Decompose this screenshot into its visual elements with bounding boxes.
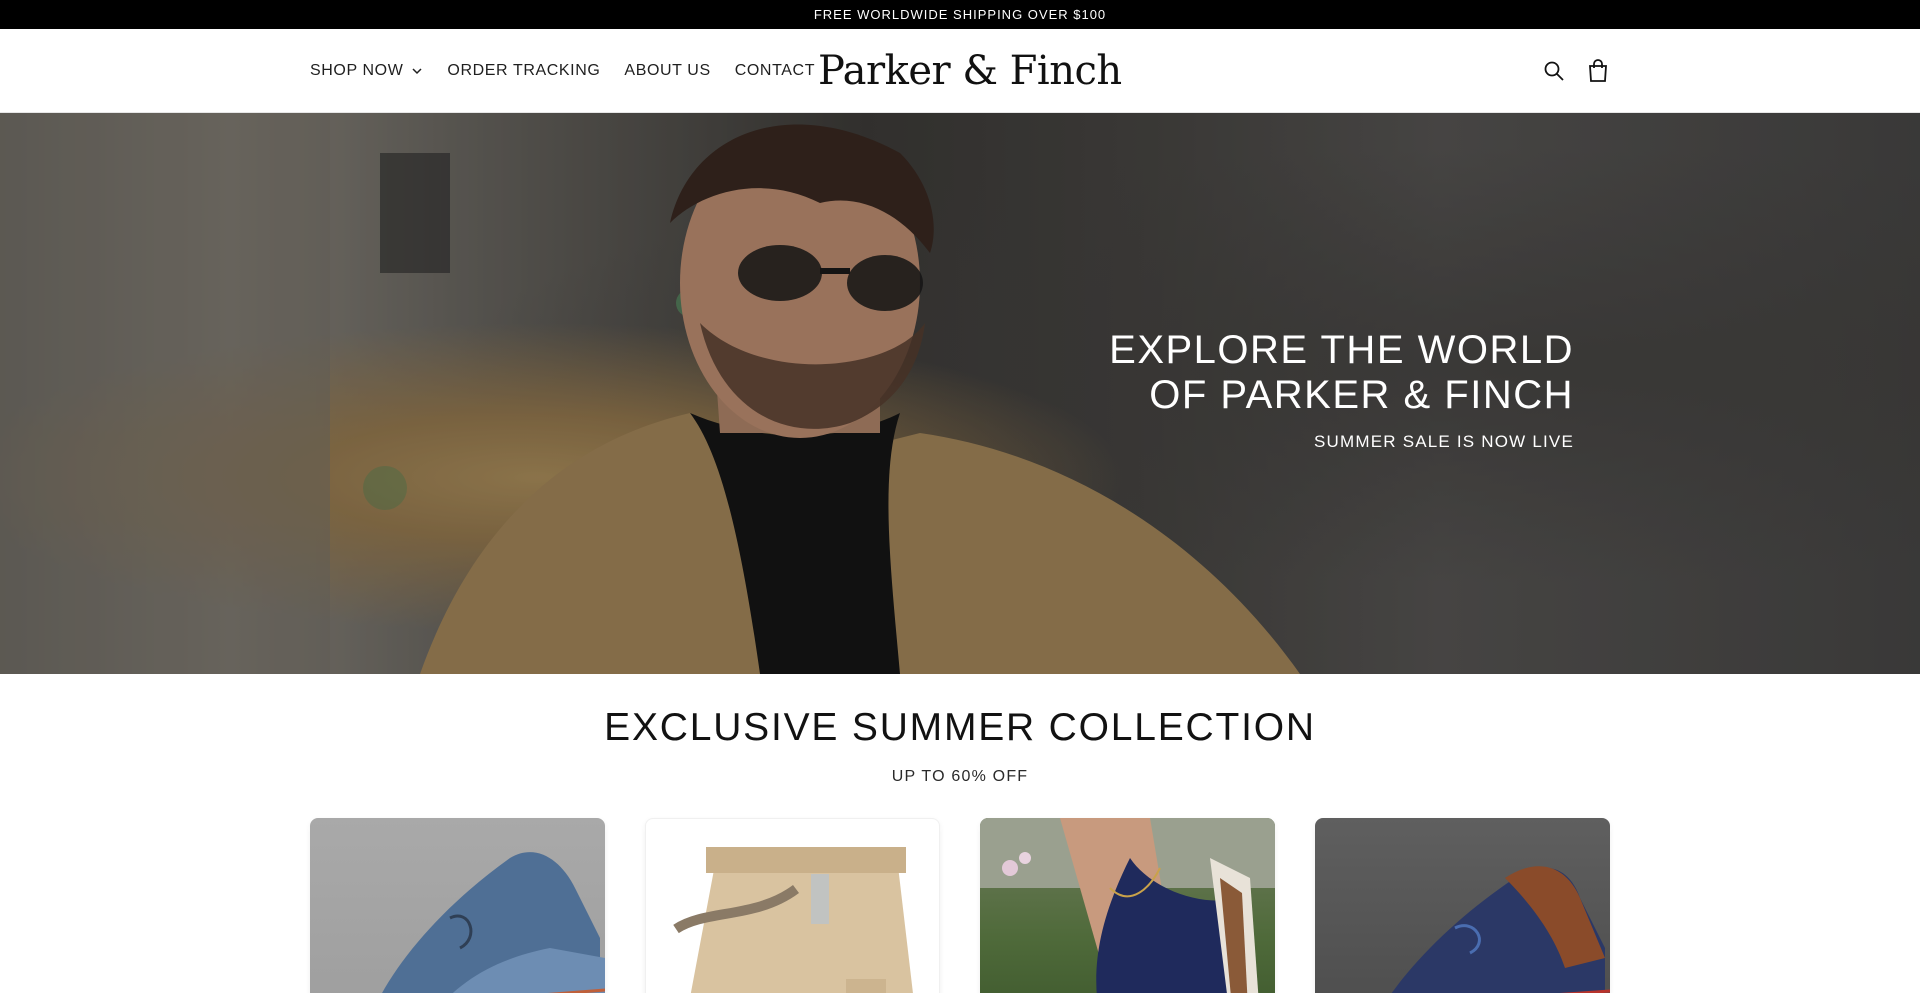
nav-contact[interactable]: CONTACT — [735, 62, 815, 80]
collection-title: EXCLUSIVE SUMMER COLLECTION — [604, 706, 1316, 749]
hero-title-line2: OF PARKER & FINCH — [1149, 373, 1574, 417]
search-icon — [1544, 61, 1564, 81]
khaki-cargo-shorts-image — [673, 847, 913, 993]
product-card[interactable] — [980, 818, 1275, 993]
nav-about-us-label: ABOUT US — [624, 62, 711, 79]
site-header: SHOP NOW ORDER TRACKING ABOUT US CONTACT… — [0, 29, 1920, 113]
product-card[interactable] — [1315, 818, 1610, 993]
main-nav: SHOP NOW ORDER TRACKING ABOUT US CONTACT — [310, 29, 815, 113]
navy-strap-sandal-image — [980, 818, 1275, 993]
product-card[interactable] — [645, 818, 940, 993]
hero-title: EXPLORE THE WORLD OF PARKER & FINCH — [1109, 328, 1574, 418]
brand-logo[interactable]: Parker & Finch — [818, 29, 1122, 113]
header-icons — [1542, 29, 1610, 113]
brand-logo-text: Parker & Finch — [818, 48, 1122, 94]
nav-order-tracking-label: ORDER TRACKING — [447, 62, 601, 79]
cart-icon — [1589, 59, 1607, 82]
announcement-text: FREE WORLDWIDE SHIPPING OVER $100 — [813, 7, 1107, 22]
announcement-bar: FREE WORLDWIDE SHIPPING OVER $100 — [0, 0, 1920, 29]
nav-shop-now-label: SHOP NOW — [310, 62, 404, 79]
hero-overlay — [0, 113, 1920, 674]
navy-brown-knit-shoe-image — [1391, 866, 1610, 993]
hero-banner[interactable]: EXPLORE THE WORLD OF PARKER & FINCH SUMM… — [0, 113, 1920, 674]
nav-shop-now[interactable]: SHOP NOW — [310, 62, 423, 80]
hero-text-block: EXPLORE THE WORLD OF PARKER & FINCH SUMM… — [1109, 328, 1574, 452]
hero-subtitle: SUMMER SALE IS NOW LIVE — [1314, 432, 1574, 451]
search-button[interactable] — [1542, 59, 1566, 83]
blue-sneaker-image — [382, 852, 605, 993]
nav-about-us[interactable]: ABOUT US — [624, 62, 710, 80]
hero-title-line1: EXPLORE THE WORLD — [1109, 328, 1574, 372]
nav-order-tracking[interactable]: ORDER TRACKING — [447, 62, 600, 80]
chevron-down-icon — [412, 68, 422, 75]
product-card[interactable] — [310, 818, 605, 993]
nav-contact-label: CONTACT — [734, 62, 816, 79]
collection-subtitle: UP TO 60% OFF — [891, 768, 1029, 785]
cart-button[interactable] — [1586, 59, 1610, 83]
product-grid — [310, 818, 1610, 993]
